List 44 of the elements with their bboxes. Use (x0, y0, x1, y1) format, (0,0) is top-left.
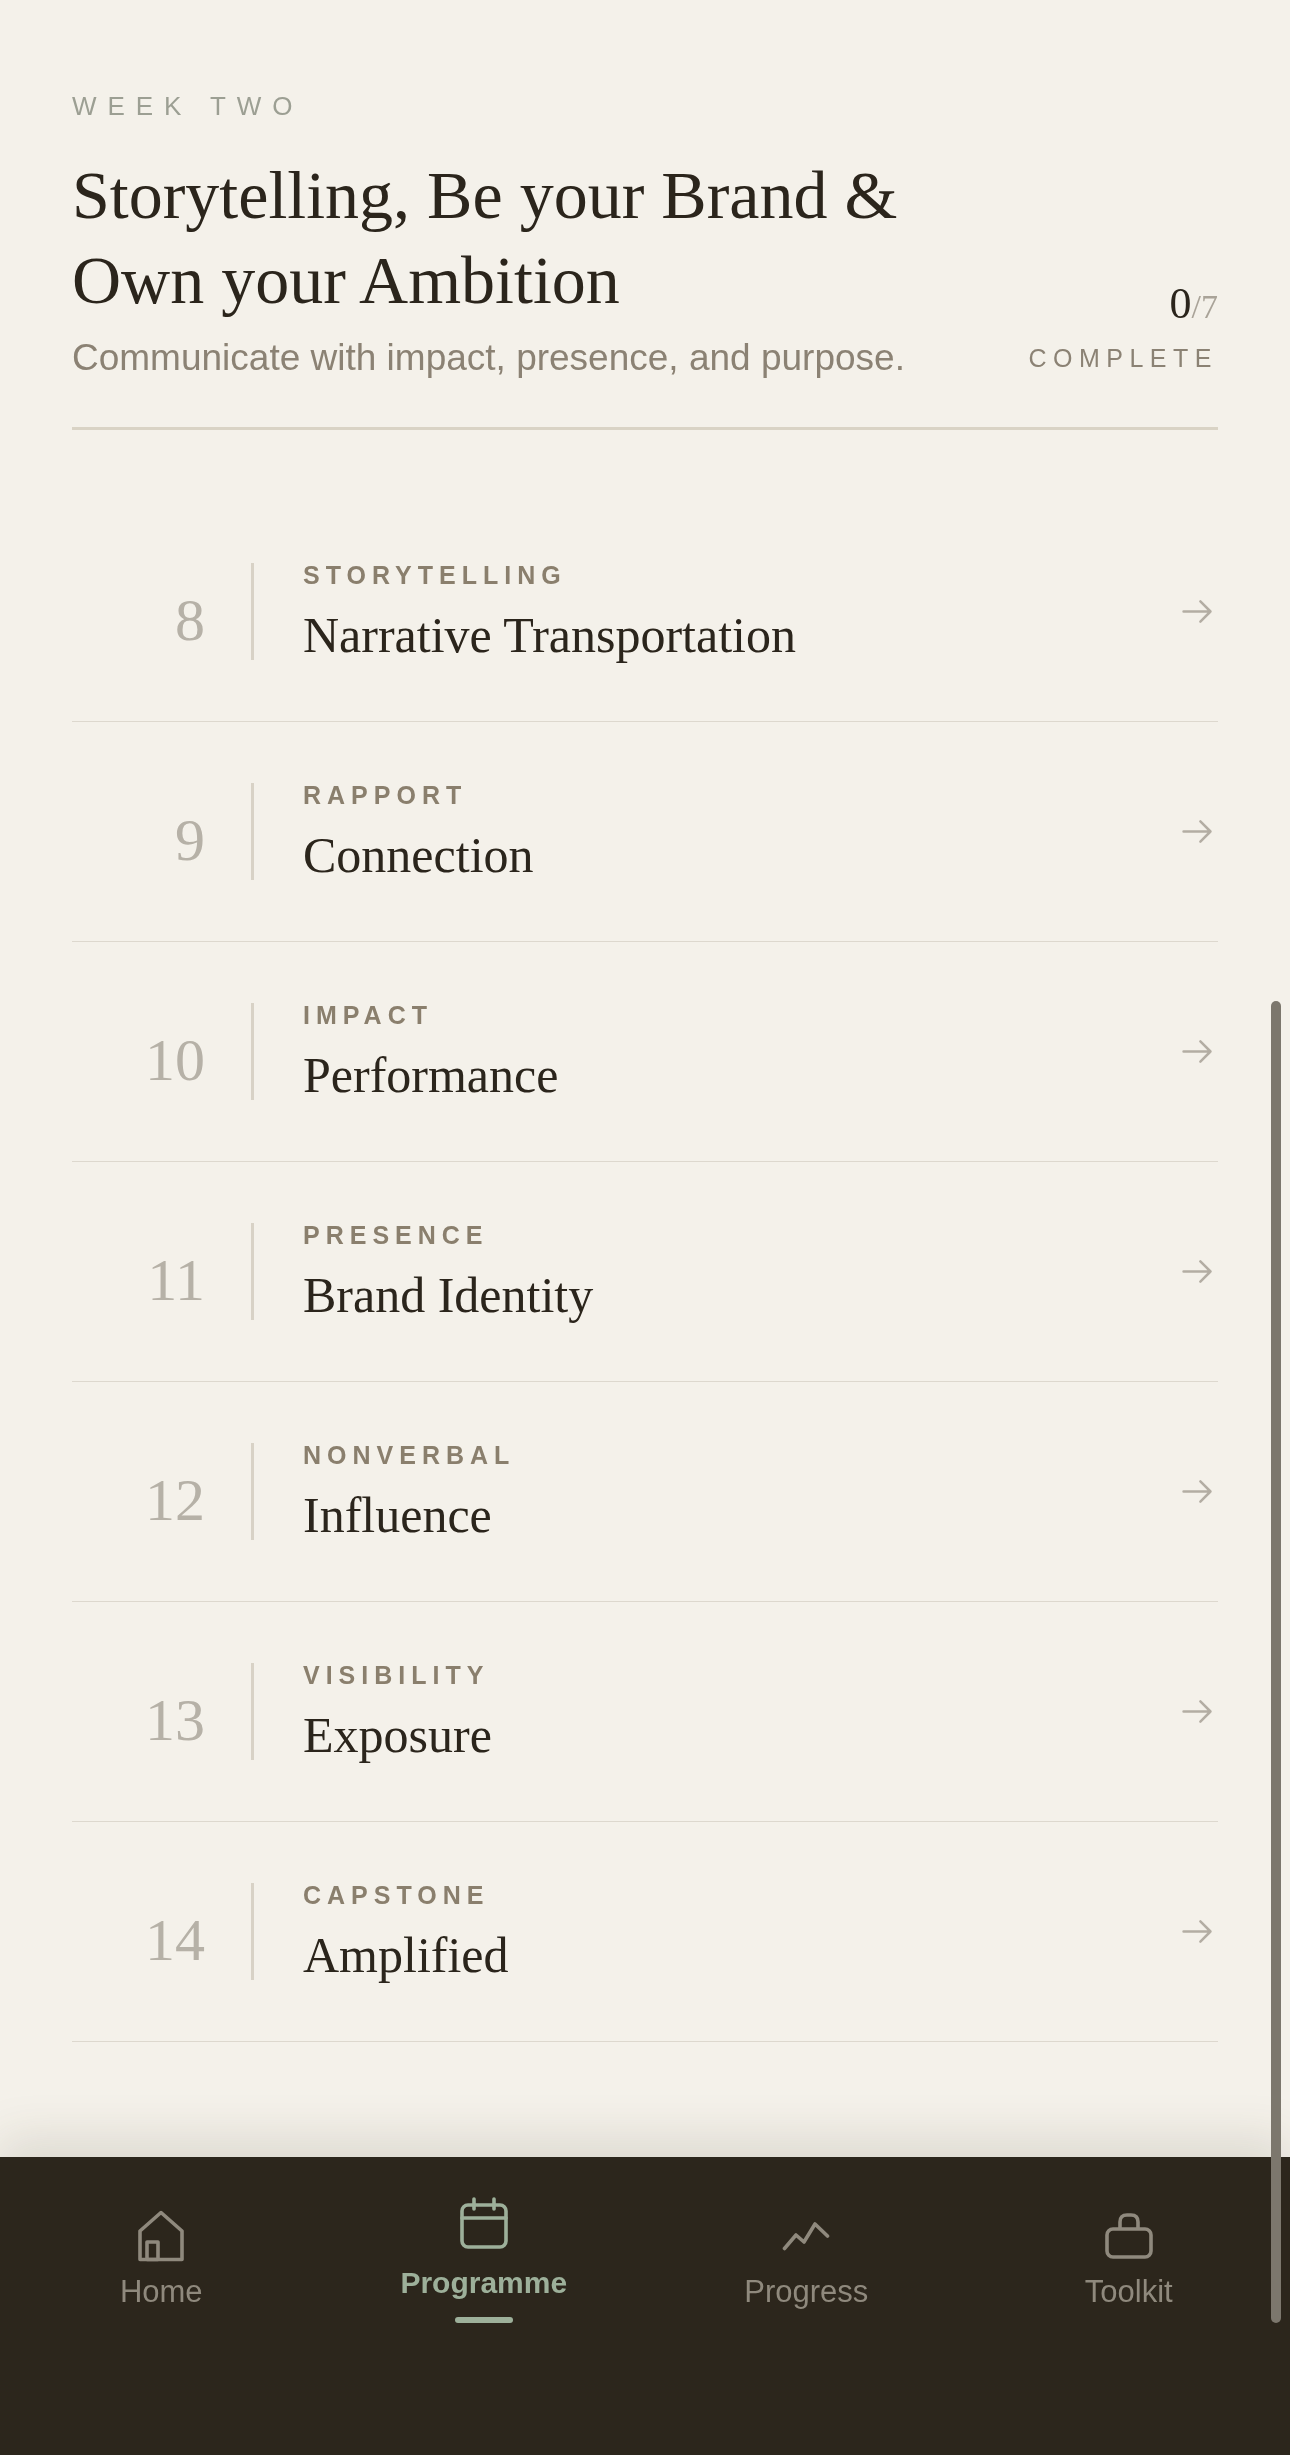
lesson-number: 8 (175, 589, 205, 650)
nav-tab[interactable]: Home (105, 2204, 217, 2316)
lesson-title: Exposure (303, 1705, 492, 1764)
lesson-title: Brand Identity (303, 1265, 594, 1324)
nav-tab[interactable]: Toolkit (1070, 2204, 1187, 2316)
lesson-number: 13 (145, 1689, 205, 1750)
nav-tab[interactable]: Progress (730, 2204, 883, 2316)
total-count: /7 (1191, 287, 1218, 327)
completed-count: 0 (1169, 282, 1192, 326)
lesson-title: Amplified (303, 1925, 509, 1984)
page-title: Storytelling, Be your Brand & Own your Ambition (72, 156, 899, 320)
lesson-number: 12 (145, 1469, 205, 1530)
lesson-title: Narrative Transportation (303, 605, 796, 664)
lesson-number: 14 (145, 1909, 205, 1970)
line-chart-icon (782, 2221, 831, 2251)
arrow-right-icon[interactable] (1182, 1479, 1213, 1504)
lesson-category: PRESENCE (303, 1219, 489, 1250)
arrow-right-icon[interactable] (1182, 1699, 1213, 1724)
lesson-title: Performance (303, 1045, 559, 1104)
lesson-number: 10 (145, 1029, 205, 1090)
arrow-right-icon[interactable] (1182, 1039, 1213, 1064)
arrow-right-icon[interactable] (1182, 1259, 1213, 1284)
arrow-right-icon[interactable] (1182, 819, 1213, 844)
complete-label: COMPLETE (1028, 343, 1218, 374)
home-icon (137, 2210, 186, 2262)
lesson-category: NONVERBAL (303, 1439, 516, 1470)
bag-icon (1104, 2213, 1153, 2259)
lesson-category: STORYTELLING (303, 559, 567, 590)
lesson-category: CAPSTONE (303, 1879, 490, 1910)
arrow-right-icon[interactable] (1182, 1919, 1213, 1944)
page-subtitle: Communicate with impact, presence, and purpose. (72, 336, 905, 380)
nav-tab[interactable]: Programme (386, 2191, 582, 2329)
tab-underline (454, 2317, 513, 2323)
arrow-right-icon[interactable] (1182, 599, 1213, 624)
lesson-category: IMPACT (303, 999, 433, 1030)
week-label: WEEK TWO (72, 90, 304, 122)
lesson-category: VISIBILITY (303, 1659, 490, 1690)
lesson-number: 11 (147, 1249, 205, 1310)
scrollbar-thumb[interactable] (1271, 1001, 1281, 2323)
lesson-title: Connection (303, 825, 534, 884)
lesson-title: Influence (303, 1485, 492, 1544)
lesson-category: RAPPORT (303, 779, 468, 810)
lesson-number: 9 (175, 809, 205, 870)
calendar-icon (459, 2197, 508, 2249)
